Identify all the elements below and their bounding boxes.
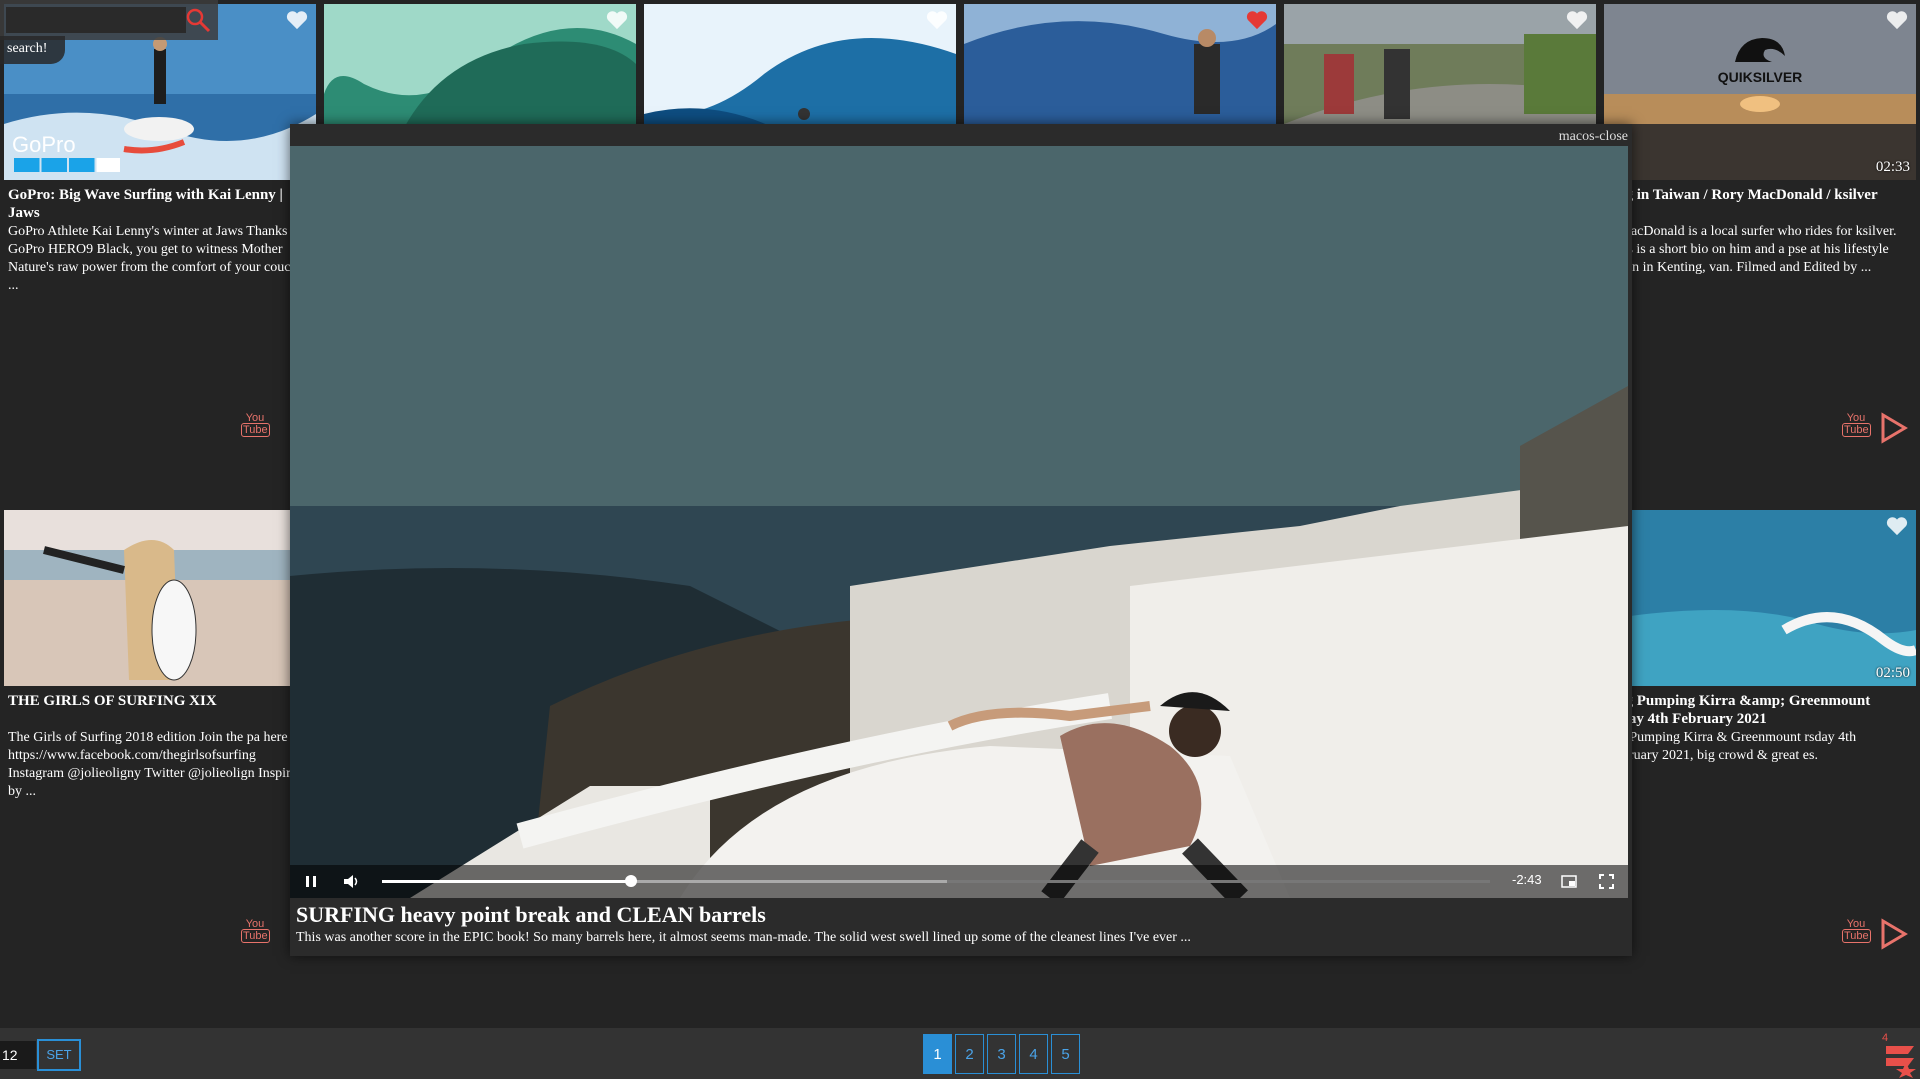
youtube-icon[interactable]: You Tube [1842, 918, 1871, 950]
pause-icon[interactable] [304, 873, 318, 890]
youtube-icon[interactable]: You Tube [241, 412, 270, 444]
heart-icon[interactable] [1566, 10, 1588, 30]
video-description: GoPro Athlete Kai Lenny's winter at Jaws… [8, 224, 302, 293]
page-button[interactable]: 4 [1019, 1034, 1048, 1074]
video-thumbnail[interactable]: 03 [4, 510, 316, 686]
set-button[interactable]: SET [37, 1039, 81, 1071]
heart-icon[interactable] [606, 10, 628, 30]
youtube-tube-label: Tube [1842, 929, 1871, 943]
page-button[interactable]: 5 [1051, 1034, 1080, 1074]
video-thumbnail[interactable]: 02:50 [1604, 510, 1916, 686]
search-bar [0, 0, 218, 40]
fullscreen-icon[interactable] [1598, 873, 1615, 890]
sunset-thumbnail-image [1604, 4, 1916, 180]
page-button[interactable]: 3 [987, 1034, 1016, 1074]
gopro-logo-stripes [14, 158, 120, 172]
youtube-tube-label: Tube [1842, 423, 1871, 437]
player-description: This was another score in the EPIC book!… [296, 930, 1191, 945]
progress-handle[interactable] [625, 875, 638, 887]
per-page-input[interactable]: 12 [0, 1041, 36, 1069]
search-input[interactable] [6, 7, 186, 33]
gopro-logo: GoPro [12, 132, 76, 157]
search-label: search! [0, 36, 65, 64]
time-remaining: -2:43 [1512, 872, 1542, 887]
heart-icon[interactable] [1246, 10, 1268, 30]
favorites-count: 4 [1882, 1032, 1889, 1044]
favorites-button[interactable]: 4 [1880, 1032, 1918, 1078]
video-thumbnail[interactable]: QUIKSILVER 02:33 [1604, 4, 1916, 180]
bottom-bar: 12 SET 1 2 3 4 5 4 [0, 1028, 1920, 1079]
page-button[interactable]: 2 [955, 1034, 984, 1074]
wave-thumbnail-image [1604, 510, 1916, 686]
video-controls: -2:43 [290, 865, 1628, 898]
youtube-tube-label: Tube [241, 929, 270, 943]
quiksilver-logo: QUIKSILVER [1712, 34, 1808, 85]
quiksilver-wave-icon [1735, 38, 1785, 62]
video-title[interactable]: fing in Taiwan / Rory MacDonald / ksilve… [1608, 186, 1908, 204]
search-icon[interactable] [184, 6, 212, 34]
video-frame-image [290, 146, 1628, 898]
video-title[interactable]: GoPro: Big Wave Surfing with Kai Lenny |… [8, 186, 308, 222]
video-description: ing Pumping Kirra & Greenmount rsday 4th… [1608, 730, 1857, 763]
picture-in-picture-icon[interactable] [1560, 873, 1578, 890]
play-icon[interactable] [1880, 918, 1908, 950]
heart-icon[interactable] [1886, 516, 1908, 536]
heart-icon[interactable] [926, 10, 948, 30]
close-button[interactable]: macos-close [1559, 129, 1628, 145]
page-button[interactable]: 1 [923, 1034, 952, 1074]
video-description: y MacDonald is a local surfer who rides … [1608, 224, 1897, 275]
player-title: SURFING heavy point break and CLEAN barr… [296, 902, 766, 927]
play-icon[interactable] [1880, 412, 1908, 444]
video-description: The Girls of Surfing 2018 edition Join t… [8, 730, 304, 799]
heart-icon[interactable] [286, 10, 308, 30]
played-bar [382, 880, 632, 883]
video-player-modal: macos-close -2:43 SURFING heavy point br… [290, 124, 1632, 956]
video-title[interactable]: THE GIRLS OF SURFING XIX [8, 692, 308, 710]
heart-icon[interactable] [1886, 10, 1908, 30]
youtube-icon[interactable]: You Tube [241, 918, 270, 950]
progress-bar[interactable] [382, 875, 1490, 887]
volume-icon[interactable] [342, 873, 360, 890]
video-player[interactable]: -2:43 [290, 146, 1628, 898]
duration-badge: 02:50 [1875, 665, 1910, 681]
youtube-icon[interactable]: You Tube [1842, 412, 1871, 444]
duration-badge: 02:33 [1875, 159, 1910, 175]
youtube-tube-label: Tube [241, 423, 270, 437]
video-title[interactable]: fing Pumping Kirra &amp; Greenmount rsda… [1608, 692, 1908, 728]
beach-thumbnail-image [4, 510, 316, 686]
